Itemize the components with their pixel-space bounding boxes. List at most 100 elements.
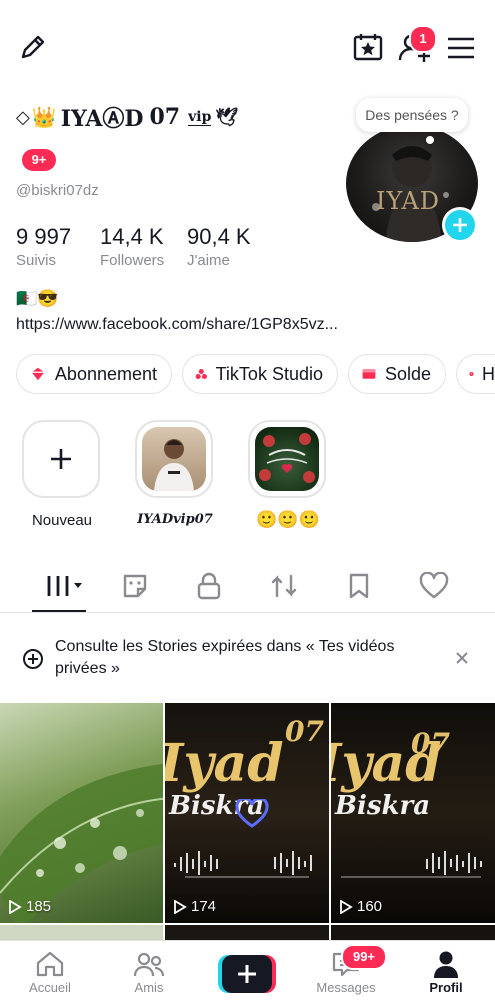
likes-label: J'aime: [187, 252, 230, 269]
plus-icon: [51, 449, 71, 469]
vip-mark: vip: [188, 108, 212, 126]
nav-create-button[interactable]: [218, 955, 276, 993]
stat-followers[interactable]: 14,4 K Followers: [100, 224, 164, 269]
chip-more-label: H: [482, 363, 495, 384]
nav-home[interactable]: Accueil: [10, 944, 90, 995]
video-2-title: Iyad: [165, 733, 284, 794]
stat-likes[interactable]: 90,4 K J'aime: [187, 224, 251, 269]
tabs-divider: [0, 612, 495, 613]
video-1-views: 185: [8, 898, 51, 915]
video-tile-2[interactable]: 07 Iyad Biskra 174: [165, 703, 329, 923]
tab-stickers[interactable]: [115, 568, 155, 604]
clock-icon: [469, 372, 474, 376]
display-name-number: 07: [149, 104, 181, 130]
chip-tiktok-studio[interactable]: TikTok Studio: [182, 354, 338, 394]
video-3-title: Iyad: [331, 733, 442, 794]
chip-balance-label: Solde: [384, 363, 431, 384]
video-3-views: 160: [339, 898, 382, 915]
profile-link[interactable]: https://www.facebook.com/share/1GP8x5vz.…: [16, 316, 338, 334]
add-story-icon: [23, 649, 43, 669]
video-2-views: 174: [173, 898, 216, 915]
close-icon[interactable]: [455, 651, 469, 665]
chip-subscription-label: Abonnement: [54, 363, 157, 384]
nav-home-label: Accueil: [29, 980, 71, 995]
likes-count: 90,4 K: [187, 224, 251, 249]
level-badge[interactable]: 9+: [22, 149, 56, 171]
thought-bubble-text: Des pensées ?: [365, 107, 459, 123]
audio-waveform: [174, 851, 312, 878]
calendar-star-icon[interactable]: [352, 32, 384, 62]
avatar-text: IYAD: [376, 187, 441, 215]
story-iyad-thumb: [142, 427, 206, 491]
story-iyad-label: IYADvip07: [135, 512, 215, 527]
bookmark-icon: [349, 573, 369, 599]
nav-messages-label: Messages: [316, 980, 376, 995]
friends-icon: [133, 952, 165, 977]
stories-banner[interactable]: Consulte les Stories expirées dans « Tes…: [0, 626, 495, 694]
stat-following[interactable]: 9 997 Suivis: [16, 224, 71, 269]
play-icon: [9, 899, 22, 914]
video-2-num: 07: [285, 715, 324, 748]
followers-count: 14,4 K: [100, 224, 164, 249]
crown-icon: 👑: [31, 105, 57, 129]
story-emoji[interactable]: [248, 420, 326, 498]
thought-bubble[interactable]: Des pensées ?: [356, 98, 468, 132]
neon-heart-icon: [235, 799, 269, 828]
messages-badge: 99+: [341, 944, 387, 970]
video-tile-3[interactable]: 07 Iyad Biskra 160: [331, 703, 495, 923]
wallet-icon: [362, 369, 376, 379]
play-icon: [340, 899, 353, 914]
notification-badge: 1: [409, 25, 437, 53]
lock-icon: [197, 572, 221, 600]
repost-sticker-icon: [123, 574, 147, 598]
subscription-icon: [31, 367, 45, 381]
home-icon: [36, 951, 64, 977]
video-tile-1[interactable]: 185: [0, 703, 163, 923]
following-count: 9 997: [16, 224, 72, 249]
story-emoji-thumb: [255, 427, 319, 491]
profile-icon: [434, 951, 458, 978]
thought-bubble-dot: [426, 136, 434, 144]
chip-tiktok-studio-label: TikTok Studio: [215, 363, 323, 384]
studio-icon: [195, 368, 207, 380]
menu-icon[interactable]: [446, 36, 476, 60]
story-new-label: Nouveau: [31, 512, 93, 529]
bio-emoji: 🇩🇿😎: [16, 289, 59, 308]
repost-icon: [271, 574, 297, 598]
display-name-text: IYAⒶD: [60, 106, 144, 132]
story-emoji-label: 🙂🙂🙂: [256, 510, 320, 529]
grid-icon: [47, 576, 82, 596]
tab-liked[interactable]: [414, 568, 454, 604]
video-3-subtitle: Biskra: [335, 791, 431, 821]
top-bar: 1: [0, 0, 495, 95]
story-iyad-label-text: IYADvip07: [137, 512, 213, 527]
nav-profile[interactable]: Profil: [406, 944, 486, 995]
audio-waveform: [341, 851, 482, 878]
tab-favorites[interactable]: [339, 568, 379, 604]
nav-friends[interactable]: Amis: [109, 944, 189, 995]
nav-friends-label: Amis: [134, 980, 164, 995]
tab-reposts[interactable]: [264, 568, 304, 604]
username: @biskri07dz: [16, 182, 99, 199]
followers-label: Followers: [100, 252, 165, 269]
leaf-image: [0, 764, 163, 923]
tab-private[interactable]: [189, 568, 229, 604]
plus-icon: [238, 965, 256, 983]
chip-balance[interactable]: Solde: [348, 354, 446, 394]
banner-text: Consulte les Stories expirées dans « Tes…: [55, 638, 395, 677]
play-icon: [174, 899, 187, 914]
story-new[interactable]: [22, 420, 100, 498]
video-3-view-count: 160: [357, 898, 383, 915]
nav-profile-label: Profil: [429, 980, 463, 995]
chip-more[interactable]: H: [456, 354, 495, 394]
chip-subscription[interactable]: Abonnement: [16, 354, 172, 394]
tab-videos[interactable]: [40, 568, 88, 604]
story-iyad[interactable]: [135, 420, 213, 498]
following-label: Suivis: [16, 252, 57, 269]
add-story-button[interactable]: [442, 207, 478, 243]
heart-icon: [419, 572, 449, 599]
video-1-view-count: 185: [26, 898, 52, 915]
pencil-icon[interactable]: [18, 32, 48, 62]
bird-icon: 🕊: [215, 106, 239, 128]
plus-icon: [453, 218, 467, 232]
